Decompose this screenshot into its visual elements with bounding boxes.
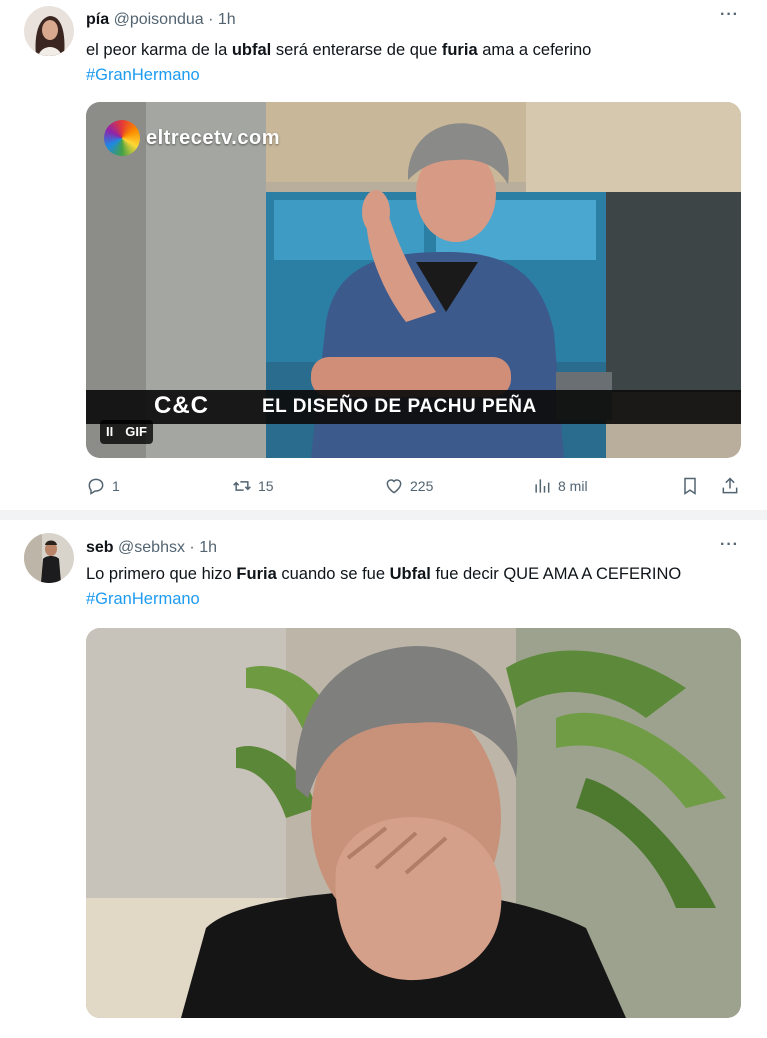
text-bold: Ubfal [389, 565, 431, 583]
tweet-text: Lo primero que hizo Furia cuando se fue … [86, 562, 727, 612]
tweet-header: seb @sebhsx · 1h [86, 538, 217, 558]
views-icon [535, 479, 550, 493]
pause-button[interactable]: II [100, 420, 120, 444]
bookmark-button[interactable] [680, 476, 700, 496]
share-icon [722, 477, 738, 494]
photo-scene [86, 628, 741, 1018]
like-icon [386, 479, 402, 494]
text-segment: Lo primero que hizo [86, 565, 237, 583]
channel-logo-text: eltrecetv.com [146, 127, 280, 149]
tweet[interactable]: pía @poisondua · 1h ··· el peor karma de… [0, 0, 767, 510]
text-segment: ama a ceferino [477, 41, 592, 59]
gif-badge: GIF [119, 420, 153, 444]
like-count: 225 [410, 478, 434, 494]
separator-dot: · [189, 539, 195, 556]
user-handle[interactable]: @sebhsx [118, 539, 185, 556]
display-name[interactable]: pía [86, 11, 109, 28]
avatar[interactable] [24, 6, 74, 56]
video-caption: EL DISEÑO DE PACHU PEÑA [262, 396, 537, 417]
text-segment: fue decir QUE AMA A CEFERINO [430, 565, 682, 583]
text-segment: cuando se fue [276, 565, 390, 583]
image-media[interactable] [86, 628, 741, 1018]
reply-icon [88, 478, 104, 495]
show-logo: C&C [154, 392, 209, 419]
more-icon[interactable]: ··· [720, 536, 739, 554]
bookmark-icon [684, 477, 696, 495]
text-bold: Furia [236, 565, 277, 583]
views-button[interactable]: 8 mil [532, 476, 588, 496]
tweet-actions: 1 15 225 8 mil [86, 476, 743, 500]
retweet-button[interactable]: 15 [232, 476, 274, 496]
more-icon[interactable]: ··· [720, 6, 739, 24]
gif-controls: II GIF [100, 420, 153, 444]
channel-logo-icon [104, 120, 140, 156]
retweet-icon [233, 481, 251, 491]
view-count: 8 mil [558, 478, 588, 494]
avatar[interactable] [24, 533, 74, 583]
user-handle[interactable]: @poisondua [114, 11, 204, 28]
hashtag-link[interactable]: #GranHermano [86, 66, 200, 84]
reply-button[interactable]: 1 [86, 476, 120, 496]
gif-media[interactable]: eltrecetv.com C&C EL DISEÑO DE PACHU PEÑ… [86, 102, 741, 458]
hashtag-link[interactable]: #GranHermano [86, 590, 200, 608]
tweet-text: el peor karma de la ubfal será enterarse… [86, 38, 727, 88]
text-bold: furia [441, 41, 478, 59]
separator-dot: · [208, 11, 214, 28]
text-segment: el peor karma de la [86, 41, 232, 59]
text-bold: ubfal [231, 41, 272, 59]
tweet[interactable]: seb @sebhsx · 1h ··· Lo primero que hizo… [0, 520, 767, 1038]
reply-count: 1 [112, 478, 120, 494]
display-name[interactable]: seb [86, 539, 114, 556]
text-segment: será enterarse de que [271, 41, 442, 59]
timestamp[interactable]: 1h [218, 11, 236, 28]
timestamp[interactable]: 1h [199, 539, 217, 556]
share-button[interactable] [720, 476, 740, 496]
tweet-header: pía @poisondua · 1h [86, 10, 236, 30]
like-button[interactable]: 225 [384, 476, 433, 496]
retweet-count: 15 [258, 478, 274, 494]
